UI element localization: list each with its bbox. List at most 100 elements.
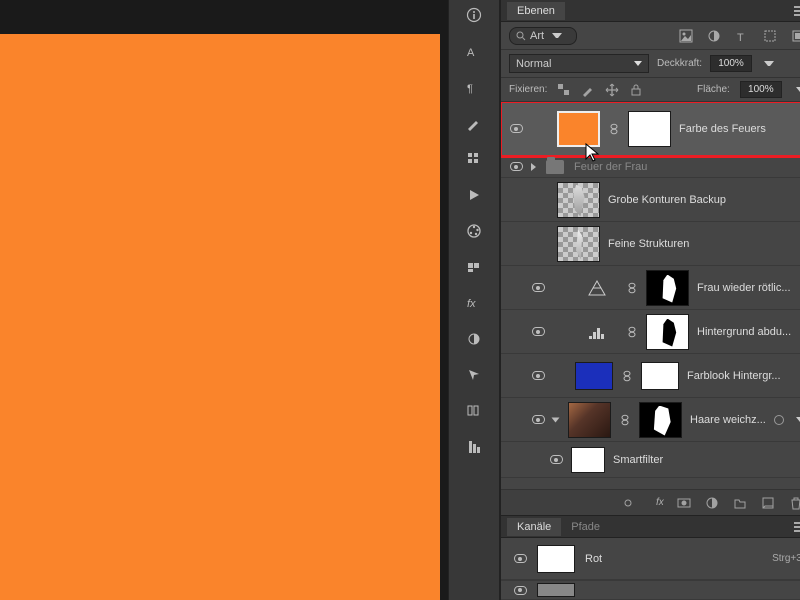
lock-all-icon[interactable] xyxy=(629,83,643,97)
disclose-icon[interactable] xyxy=(552,417,560,422)
layer-row[interactable]: Frau wieder rötlic... xyxy=(501,266,800,310)
layer-list[interactable]: Farbe des Feuers Feuer der Frau Grobe Ko… xyxy=(501,102,800,489)
layer-name[interactable]: Feuer der Frau xyxy=(574,161,800,173)
new-adjust-icon[interactable] xyxy=(704,495,720,511)
layer-row[interactable]: Hintergrund abdu... xyxy=(501,310,800,354)
blend-mode-select[interactable]: Normal xyxy=(509,54,649,73)
fill-field[interactable]: 100% xyxy=(740,81,782,98)
layer-row[interactable]: Smartfilter xyxy=(501,442,800,478)
chevron-down-icon[interactable] xyxy=(796,87,800,93)
panel-menu-icon[interactable] xyxy=(794,522,800,532)
visibility-toggle[interactable] xyxy=(531,325,545,339)
layer-name[interactable]: Farblook Hintergr... xyxy=(687,370,800,382)
layer-name[interactable]: Smartfilter xyxy=(613,454,800,466)
adjust-icon[interactable] xyxy=(575,270,618,306)
tab-channels[interactable]: Kanäle xyxy=(507,518,561,536)
mask-thumb[interactable] xyxy=(641,362,679,390)
channel-name[interactable]: Rot xyxy=(585,553,762,565)
layer-row[interactable]: Grobe Konturen Backup xyxy=(501,178,800,222)
visibility-toggle[interactable] xyxy=(509,122,523,136)
layer-row[interactable]: Farblook Hintergr... xyxy=(501,354,800,398)
filter-adjust-icon[interactable] xyxy=(706,28,722,44)
link-icon[interactable] xyxy=(608,123,620,135)
visibility-toggle[interactable] xyxy=(509,237,523,251)
new-layer-icon[interactable] xyxy=(760,495,776,511)
layer-row-group[interactable]: Feuer der Frau xyxy=(501,156,800,178)
layer-name[interactable]: Frau wieder rötlic... xyxy=(697,282,800,294)
tab-layers[interactable]: Ebenen xyxy=(507,2,565,20)
filter-shape-icon[interactable] xyxy=(762,28,778,44)
layer-thumb[interactable] xyxy=(557,182,600,218)
navigator-icon[interactable] xyxy=(463,364,485,386)
lock-move-icon[interactable] xyxy=(605,83,619,97)
opacity-field[interactable]: 100% xyxy=(710,55,752,72)
lock-brush-icon[interactable] xyxy=(581,83,595,97)
tab-paths[interactable]: Pfade xyxy=(561,518,610,536)
disclose-icon[interactable] xyxy=(531,163,536,171)
new-group-icon[interactable] xyxy=(732,495,748,511)
layer-thumb[interactable] xyxy=(575,362,613,390)
properties-icon[interactable] xyxy=(463,436,485,458)
link-icon[interactable] xyxy=(626,282,638,294)
mask-thumb[interactable] xyxy=(646,270,689,306)
styles-icon[interactable]: fx xyxy=(463,292,485,314)
filter-pixel-icon[interactable] xyxy=(678,28,694,44)
grid-icon[interactable] xyxy=(463,148,485,170)
history-icon[interactable] xyxy=(463,400,485,422)
channel-row[interactable]: Rot Strg+3 xyxy=(501,538,800,580)
adjust-icon[interactable] xyxy=(575,314,618,350)
visibility-toggle[interactable] xyxy=(509,160,523,174)
lock-transparency-icon[interactable] xyxy=(557,83,571,97)
character-icon[interactable]: A xyxy=(463,40,485,62)
fx-icon[interactable]: fx xyxy=(648,495,664,511)
layer-name[interactable]: Feine Strukturen xyxy=(608,238,800,250)
chevron-down-icon[interactable] xyxy=(764,61,774,67)
adjust-panel-icon[interactable] xyxy=(463,328,485,350)
paragraph-icon[interactable]: ¶ xyxy=(463,76,485,98)
mask-thumb[interactable] xyxy=(646,314,689,350)
filter-mask-thumb[interactable] xyxy=(571,447,605,473)
swatches-icon[interactable] xyxy=(463,256,485,278)
layer-thumb[interactable] xyxy=(568,402,611,438)
filter-type-icon[interactable]: T xyxy=(734,28,750,44)
channels-panel: Kanäle Pfade Rot Strg+3 xyxy=(501,515,800,600)
svg-text:T: T xyxy=(737,32,744,43)
layer-thumb[interactable] xyxy=(557,226,600,262)
link-layers-icon[interactable] xyxy=(620,495,636,511)
channel-row[interactable] xyxy=(501,580,800,600)
link-icon[interactable] xyxy=(626,326,638,338)
color-panel-icon[interactable] xyxy=(463,220,485,242)
visibility-toggle[interactable] xyxy=(531,369,545,383)
layer-name[interactable]: Grobe Konturen Backup xyxy=(608,194,800,206)
layer-filter-row: Art T xyxy=(501,22,800,50)
actions-icon[interactable] xyxy=(463,184,485,206)
layer-name[interactable]: Farbe des Feuers xyxy=(679,123,800,135)
layer-row[interactable]: Farbe des Feuers xyxy=(501,102,800,156)
link-icon[interactable] xyxy=(621,370,633,382)
visibility-toggle[interactable] xyxy=(531,281,545,295)
layer-row[interactable]: Feine Strukturen xyxy=(501,222,800,266)
visibility-toggle[interactable] xyxy=(509,193,523,207)
link-icon[interactable] xyxy=(619,414,631,426)
mask-thumb[interactable] xyxy=(628,111,671,147)
channel-thumb[interactable] xyxy=(537,545,575,573)
filter-smart-icon[interactable] xyxy=(790,28,800,44)
visibility-toggle[interactable] xyxy=(549,453,563,467)
channel-thumb[interactable] xyxy=(537,583,575,597)
chevron-down-icon[interactable] xyxy=(796,417,800,423)
info-icon[interactable] xyxy=(463,4,485,26)
mask-icon[interactable] xyxy=(676,495,692,511)
layer-name[interactable]: Haare weichz... xyxy=(690,414,766,426)
mask-thumb[interactable] xyxy=(639,402,682,438)
layer-thumb[interactable] xyxy=(557,111,600,147)
panel-menu-icon[interactable] xyxy=(794,6,800,16)
trash-icon[interactable] xyxy=(788,495,800,511)
filter-kind-select[interactable]: Art xyxy=(509,27,577,45)
canvas[interactable] xyxy=(0,34,440,600)
layer-name[interactable]: Hintergrund abdu... xyxy=(697,326,800,338)
visibility-toggle[interactable] xyxy=(513,583,527,597)
layer-row[interactable]: Haare weichz... xyxy=(501,398,800,442)
visibility-toggle[interactable] xyxy=(513,552,527,566)
brush-panel-icon[interactable] xyxy=(463,112,485,134)
visibility-toggle[interactable] xyxy=(531,413,545,427)
